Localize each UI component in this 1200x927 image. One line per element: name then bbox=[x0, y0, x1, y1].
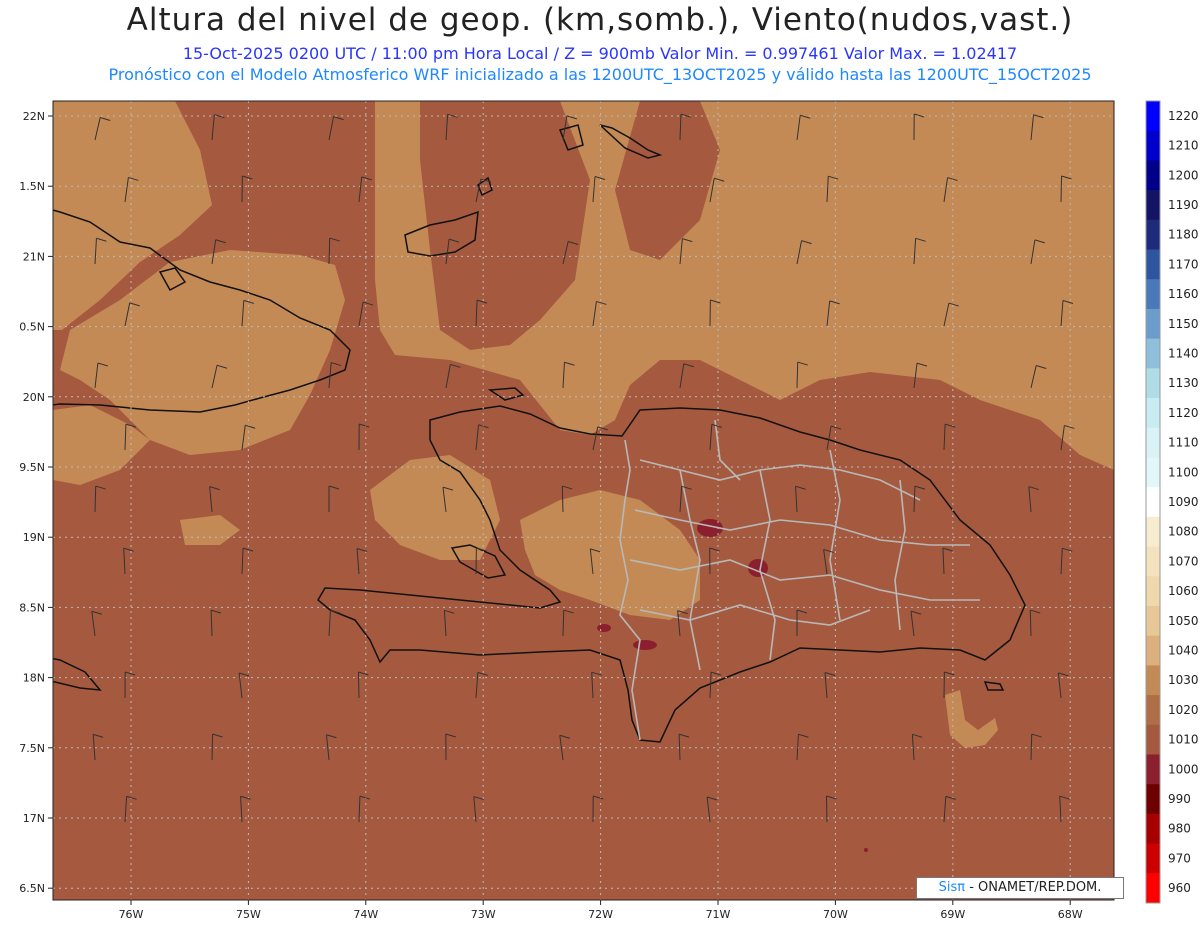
colorbar-swatch bbox=[1146, 724, 1160, 755]
longitude-axis: 76W 75W 74W 73W 72W 71W 70W 69W 68W bbox=[119, 900, 1083, 921]
colorbar-swatch bbox=[1146, 695, 1160, 726]
colorbar-label: 1050 bbox=[1168, 614, 1199, 628]
colorbar-swatch bbox=[1146, 487, 1160, 518]
latitude-axis: 22N 1.5N 21N 0.5N 20N 9.5N 19N 8.5N 18N 7.5N 17N 6.… bbox=[19, 110, 53, 895]
lon-tick-label: 73W bbox=[471, 908, 496, 921]
colorbar-swatch bbox=[1146, 219, 1160, 251]
colorbar-swatch bbox=[1146, 308, 1160, 340]
wind-barb-staff bbox=[1060, 176, 1063, 203]
colorbar-label: 1160 bbox=[1168, 287, 1199, 301]
lat-tick-label: 6.5N bbox=[19, 882, 45, 895]
colorbar-swatch bbox=[1146, 605, 1160, 637]
lon-tick-label: 75W bbox=[236, 908, 261, 921]
colorbar-swatch bbox=[1146, 427, 1160, 458]
map-figure: 22N 1.5N 21N 0.5N 20N 9.5N 19N 8.5N 18N 7.5N 17N 6.… bbox=[19, 100, 1199, 921]
colorbar-label: 1060 bbox=[1168, 584, 1199, 598]
colorbar-swatch bbox=[1146, 546, 1160, 577]
colorbar-swatch bbox=[1146, 457, 1160, 488]
colorbar-label: 1030 bbox=[1168, 673, 1199, 687]
lat-tick-label: 22N bbox=[23, 110, 45, 123]
colorbar-label: 970 bbox=[1168, 851, 1191, 865]
lon-tick-label: 68W bbox=[1058, 908, 1083, 921]
colorbar-swatch bbox=[1146, 249, 1160, 280]
colorbar-swatch bbox=[1146, 635, 1160, 666]
lat-tick-label: 19N bbox=[23, 531, 45, 544]
colorbar-swatch bbox=[1146, 160, 1160, 191]
colorbar-label: 1210 bbox=[1168, 139, 1199, 153]
map-plot-area bbox=[53, 101, 1114, 900]
colorbar-swatch bbox=[1146, 754, 1160, 785]
wind-barb-staff bbox=[211, 734, 214, 761]
colorbar-label: 1000 bbox=[1168, 762, 1199, 776]
lon-tick-label: 74W bbox=[353, 908, 378, 921]
geopotential-low-cell bbox=[633, 640, 657, 650]
wind-barb-staff bbox=[357, 672, 360, 699]
colorbar-label: 1130 bbox=[1168, 376, 1199, 390]
credit-text: - ONAMET/REP.DOM. bbox=[965, 880, 1102, 895]
lat-tick-label: 0.5N bbox=[19, 321, 45, 334]
colorbar-label: 1080 bbox=[1168, 525, 1199, 539]
colorbar-swatch bbox=[1146, 873, 1160, 904]
credit-box: Sisπ - ONAMET/REP.DOM. bbox=[916, 877, 1124, 899]
lat-tick-label: 9.5N bbox=[19, 461, 45, 474]
lon-tick-label: 69W bbox=[940, 908, 965, 921]
colorbar-label: 1150 bbox=[1168, 317, 1199, 331]
colorbar-label: 1220 bbox=[1168, 109, 1199, 123]
colorbar-label: 1010 bbox=[1168, 733, 1199, 747]
wind-barb-staff bbox=[825, 796, 828, 823]
lat-tick-label: 18N bbox=[23, 672, 45, 685]
colorbar-label: 1020 bbox=[1168, 703, 1199, 717]
colorbar-label: 1200 bbox=[1168, 168, 1199, 182]
colorbar-swatch bbox=[1146, 516, 1160, 548]
colorbar-label: 1190 bbox=[1168, 198, 1199, 212]
colorbar: 1220 1210 1200 1190 1180 1170 1160 1150 1140 1130… bbox=[1145, 100, 1199, 904]
lat-tick-label: 8.5N bbox=[19, 601, 45, 614]
lon-tick-label: 71W bbox=[706, 908, 731, 921]
colorbar-label: 1110 bbox=[1168, 436, 1199, 450]
lon-tick-label: 70W bbox=[823, 908, 848, 921]
colorbar-label: 990 bbox=[1168, 792, 1191, 806]
colorbar-label: 960 bbox=[1168, 881, 1191, 895]
colorbar-label: 1040 bbox=[1168, 644, 1199, 658]
colorbar-label: 1070 bbox=[1168, 554, 1199, 568]
geopotential-low-cell bbox=[864, 848, 868, 852]
colorbar-label: 1180 bbox=[1168, 228, 1199, 242]
sispi-logo: Sisπ bbox=[938, 880, 966, 895]
geopotential-low-cell bbox=[597, 624, 611, 632]
colorbar-swatch bbox=[1146, 101, 1160, 132]
colorbar-swatch bbox=[1146, 190, 1160, 221]
lat-tick-label: 21N bbox=[23, 250, 45, 263]
lon-tick-label: 72W bbox=[588, 908, 613, 921]
colorbar-label: 1090 bbox=[1168, 495, 1199, 509]
colorbar-label: 980 bbox=[1168, 822, 1191, 836]
colorbar-label: 1120 bbox=[1168, 406, 1199, 420]
lat-tick-label: 7.5N bbox=[19, 742, 45, 755]
colorbar-label: 1140 bbox=[1168, 346, 1199, 360]
colorbar-swatch bbox=[1146, 813, 1160, 845]
colorbar-swatch bbox=[1146, 279, 1160, 310]
lat-tick-label: 1.5N bbox=[19, 180, 45, 193]
colorbar-swatch bbox=[1146, 130, 1160, 161]
lat-tick-label: 17N bbox=[23, 812, 45, 825]
colorbar-swatch bbox=[1146, 338, 1160, 369]
colorbar-label: 1100 bbox=[1168, 465, 1199, 479]
lat-tick-label: 20N bbox=[23, 391, 45, 404]
colorbar-swatch bbox=[1146, 398, 1160, 429]
colorbar-swatch bbox=[1146, 843, 1160, 874]
colorbar-swatch bbox=[1146, 784, 1160, 815]
colorbar-label: 1170 bbox=[1168, 257, 1199, 271]
lon-tick-label: 76W bbox=[119, 908, 144, 921]
colorbar-swatch bbox=[1146, 665, 1160, 696]
colorbar-swatch bbox=[1146, 576, 1160, 607]
colorbar-swatch bbox=[1146, 368, 1160, 399]
